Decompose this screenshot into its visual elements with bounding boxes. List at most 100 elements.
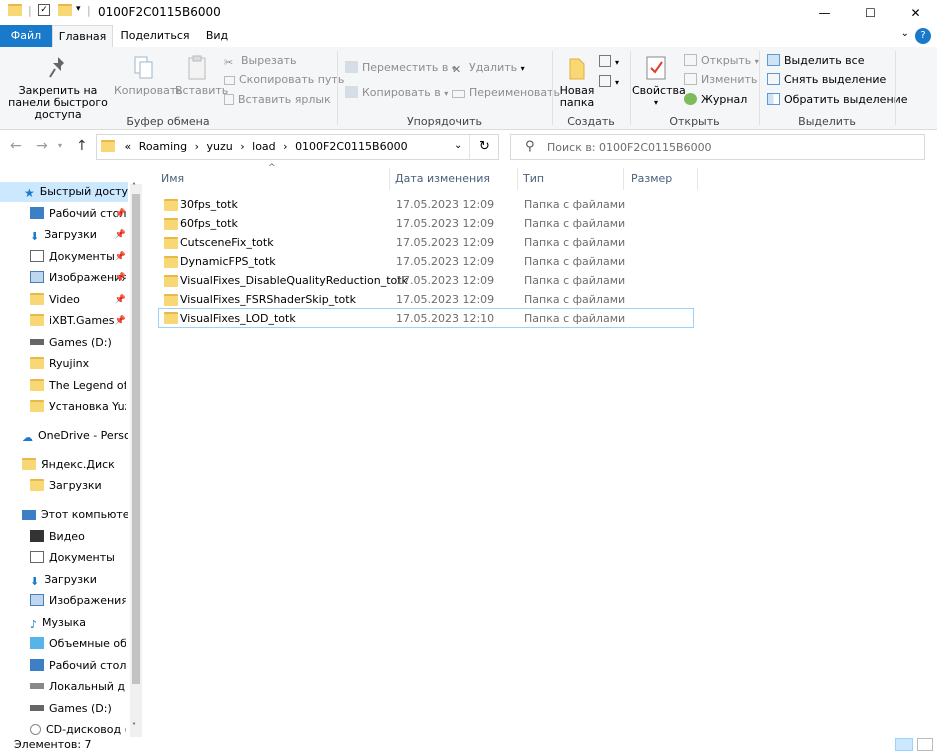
easy-access-button[interactable]: ▾ <box>599 73 619 91</box>
nav-video[interactable]: Video 📌 <box>30 290 126 310</box>
pin-to-quick-access-button[interactable]: Закрепить на панели быстрого доступа <box>4 55 112 121</box>
nav-desktop[interactable]: Рабочий стол 📌 <box>30 204 126 224</box>
edit-button[interactable]: Изменить <box>684 71 757 89</box>
address-bar[interactable]: « Roaming › yuzu › load › 0100F2C0115B60… <box>96 134 499 160</box>
nav-pc-local-disk[interactable]: Локальный диск <box>30 677 126 697</box>
nav-pc-desktop[interactable]: Рабочий стол <box>30 656 126 676</box>
properties-qa-icon[interactable]: ✓ <box>38 4 50 16</box>
breadcrumb-separator[interactable]: › <box>195 140 199 153</box>
new-folder-button[interactable]: Новая папка <box>556 55 598 109</box>
nav-pictures[interactable]: Изображения 📌 <box>30 268 126 288</box>
group-divider <box>552 51 553 125</box>
nav-pc-pictures[interactable]: Изображения <box>30 591 126 611</box>
nav-pc-music[interactable]: ♪ Музыка <box>30 613 126 633</box>
column-size[interactable]: Размер <box>631 172 672 185</box>
nav-yandex-downloads[interactable]: Загрузки <box>30 476 126 496</box>
breadcrumb-separator[interactable]: › <box>283 140 287 153</box>
column-divider[interactable] <box>389 168 390 190</box>
nav-yuzu-setup[interactable]: Установка Yuzu <box>30 397 126 417</box>
column-divider[interactable] <box>517 168 518 190</box>
up-arrow-icon[interactable]: ↑ <box>76 138 88 154</box>
scroll-up-icon[interactable]: ˄ <box>132 182 136 191</box>
column-divider[interactable] <box>697 168 698 190</box>
folder-icon <box>30 379 44 391</box>
forward-arrow-icon[interactable]: → <box>36 138 48 154</box>
nav-quick-access[interactable]: ★ Быстрый доступ <box>0 182 128 202</box>
tab-file[interactable]: Файл <box>0 25 52 47</box>
table-row[interactable]: 30fps_totk 17.05.2023 12:09 Папка с файл… <box>158 195 694 214</box>
cut-button[interactable]: ✂ Вырезать <box>224 52 296 70</box>
details-view-icon[interactable] <box>895 738 913 751</box>
minimize-button[interactable]: — <box>802 0 847 25</box>
tab-share[interactable]: Поделиться <box>118 25 192 47</box>
breadcrumb-current[interactable]: 0100F2C0115B6000 <box>295 140 408 153</box>
copy-button[interactable]: Копировать <box>114 55 183 97</box>
chevron-down-icon[interactable]: ⌄ <box>454 140 462 151</box>
delete-button[interactable]: ✕ Удалить ▾ <box>452 59 525 77</box>
history-button[interactable]: Журнал <box>684 91 747 109</box>
nav-games-d[interactable]: Games (D:) <box>30 333 126 353</box>
nav-pc-games-d[interactable]: Games (D:) <box>30 699 126 719</box>
help-icon[interactable]: ? <box>915 28 931 44</box>
select-none-button[interactable]: Снять выделение <box>767 71 886 89</box>
nav-pc-3d-objects[interactable]: Объемные объекты <box>30 634 126 654</box>
paste-button[interactable]: Вставить <box>175 55 228 97</box>
rename-button[interactable]: Переименовать <box>452 84 560 102</box>
scrollbar-thumb[interactable] <box>132 194 140 684</box>
breadcrumb-overflow[interactable]: « <box>125 140 132 153</box>
copy-to-button[interactable]: Копировать в ▾ <box>345 84 448 102</box>
chevron-down-icon[interactable]: ⌄ <box>901 28 909 39</box>
paste-shortcut-button[interactable]: Вставить ярлык <box>224 91 331 109</box>
search-input[interactable]: Поиск в: 0100F2C0115B6000 <box>547 141 712 154</box>
column-date[interactable]: Дата изменения <box>395 172 490 185</box>
maximize-button[interactable]: ☐ <box>848 0 893 25</box>
table-row[interactable]: 60fps_totk 17.05.2023 12:09 Папка с файл… <box>158 214 694 233</box>
open-button[interactable]: Открыть ▾ <box>684 52 759 70</box>
breadcrumb-load[interactable]: load <box>252 140 276 153</box>
nav-pc-video[interactable]: Видео <box>30 527 126 547</box>
table-row[interactable]: CutsceneFix_totk 17.05.2023 12:09 Папка … <box>158 233 694 252</box>
refresh-icon[interactable]: ↻ <box>479 139 490 154</box>
qa-dropdown-icon[interactable]: ▾ <box>76 4 81 14</box>
column-name[interactable]: Имя <box>161 172 184 185</box>
nav-ryujinx[interactable]: Ryujinx <box>30 354 126 374</box>
search-box[interactable]: ⚲ Поиск в: 0100F2C0115B6000 <box>510 134 925 160</box>
nav-yandex-disk[interactable]: Яндекс.Диск <box>22 455 128 475</box>
new-item-button[interactable]: ▾ <box>599 53 619 71</box>
nav-pc-documents[interactable]: Документы <box>30 548 126 568</box>
properties-button[interactable]: Свойства ▾ <box>632 55 686 109</box>
column-type[interactable]: Тип <box>523 172 544 185</box>
nav-scrollbar[interactable]: ˄ ˅ <box>130 182 142 737</box>
breadcrumb-yuzu[interactable]: yuzu <box>207 140 233 153</box>
close-button[interactable]: ✕ <box>893 0 937 25</box>
select-all-button[interactable]: Выделить все <box>767 52 864 70</box>
nav-onedrive[interactable]: ☁ OneDrive - Personal <box>22 426 128 446</box>
breadcrumb-separator[interactable]: › <box>240 140 244 153</box>
move-to-button[interactable]: Переместить в ▾ <box>345 59 456 77</box>
nav-pc-downloads[interactable]: ⬇ Загрузки <box>30 570 126 590</box>
table-row[interactable]: VisualFixes_FSRShaderSkip_totk 17.05.202… <box>158 290 694 309</box>
new-folder-label: Новая папка <box>559 84 595 109</box>
column-divider[interactable] <box>623 168 624 190</box>
yandex-disk-icon <box>22 458 36 470</box>
new-folder-qa-icon[interactable] <box>58 4 72 16</box>
invert-selection-button[interactable]: Обратить выделение <box>767 91 908 109</box>
nav-this-pc[interactable]: Этот компьютер <box>22 505 128 525</box>
table-row[interactable]: VisualFixes_DisableQualityReduction_totk… <box>158 271 694 290</box>
large-icons-view-icon[interactable] <box>917 738 933 751</box>
table-row-selected[interactable]: VisualFixes_LOD_totk 17.05.2023 12:10 Па… <box>158 308 694 328</box>
nav-ixbt[interactable]: iXBT.Games 📌 <box>30 311 126 331</box>
nav-downloads[interactable]: ⬇ Загрузки 📌 <box>30 225 126 245</box>
back-arrow-icon[interactable]: ← <box>10 138 22 154</box>
recent-locations-icon[interactable]: ▾ <box>58 141 62 150</box>
scroll-down-icon[interactable]: ˅ <box>132 722 136 731</box>
table-row[interactable]: DynamicFPS_totk 17.05.2023 12:09 Папка с… <box>158 252 694 271</box>
file-name: VisualFixes_LOD_totk <box>180 312 296 325</box>
open-label: Открыть <box>701 54 752 67</box>
copy-path-button[interactable]: Скопировать путь <box>224 71 344 89</box>
nav-documents[interactable]: Документы 📌 <box>30 247 126 267</box>
nav-zelda[interactable]: The Legend of Zelda <box>30 376 126 396</box>
tab-view[interactable]: Вид <box>196 25 238 47</box>
breadcrumb-roaming[interactable]: Roaming <box>139 140 187 153</box>
tab-home[interactable]: Главная <box>52 25 113 47</box>
